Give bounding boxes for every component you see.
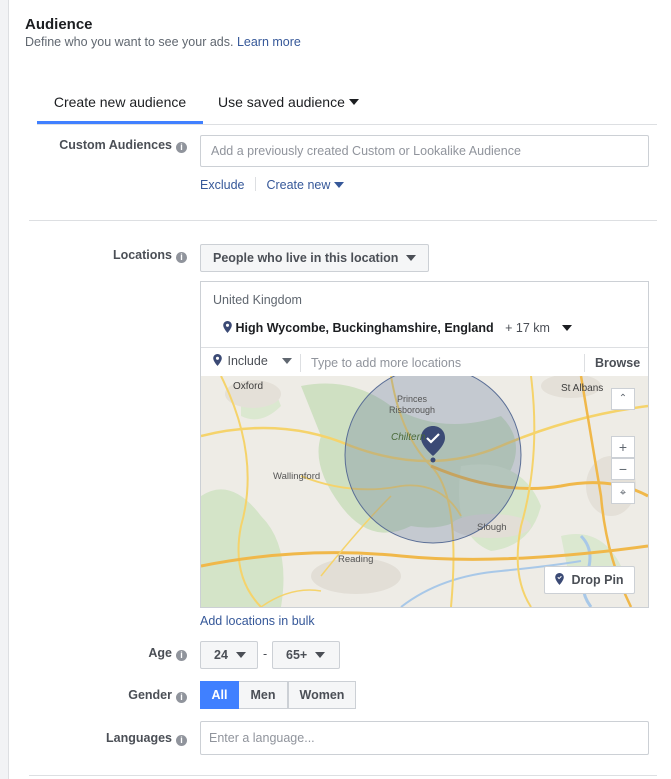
custom-audience-input[interactable]: Add a previously created Custom or Looka…: [200, 135, 649, 167]
caret-down-icon: [348, 99, 359, 106]
audience-panel: Audience Define who you want to see your…: [8, 0, 671, 779]
location-pin-icon: [223, 321, 232, 333]
info-icon[interactable]: i: [176, 735, 187, 746]
gender-label-text: Gender: [128, 688, 172, 702]
section-divider: [29, 775, 657, 776]
country-label: United Kingdom: [213, 293, 302, 307]
caret-down-icon: [315, 651, 326, 658]
tab-create-new-audience[interactable]: Create new audience: [37, 86, 203, 124]
location-mode-label: People who live in this location: [213, 251, 399, 265]
section-subtitle: Define who you want to see your ads. Lea…: [25, 35, 301, 49]
map-label-princes: Princes: [397, 394, 428, 404]
age-label: Age i: [148, 646, 187, 661]
caret-down-icon: [235, 651, 246, 658]
age-min-value: 24: [214, 648, 228, 662]
age-max-value: 65+: [286, 648, 308, 662]
map-label-princes-risborough: Princes Risborough: [389, 394, 435, 416]
browse-divider: [584, 354, 585, 372]
map-collapse-button[interactable]: ⌃: [611, 388, 635, 410]
include-label: Include: [227, 354, 268, 368]
location-pin-icon: [213, 354, 222, 366]
info-icon[interactable]: i: [176, 650, 187, 661]
age-max-dropdown[interactable]: 65+: [272, 641, 340, 669]
map-label-reading: Reading: [338, 554, 374, 565]
subtitle-text: Define who you want to see your ads.: [25, 35, 234, 49]
gender-women-button[interactable]: Women: [288, 681, 356, 709]
map-label-slough: Slough: [477, 522, 507, 533]
tab-use-saved-audience[interactable]: Use saved audience: [218, 86, 359, 124]
map-label-chiltern: Chiltern: [391, 432, 426, 443]
location-search-input[interactable]: Type to add more locations: [311, 356, 461, 370]
location-map[interactable]: Oxford St Albans Princes Risborough Chil…: [201, 376, 648, 607]
audience-tabs: Create new audience Use saved audience: [37, 86, 657, 124]
map-label-risborough: Risborough: [389, 405, 436, 415]
gender-label: Gender i: [128, 688, 187, 703]
caret-down-icon: [406, 254, 417, 261]
location-box: United Kingdom High Wycombe, Buckinghams…: [200, 281, 649, 608]
radius-value[interactable]: + 17 km: [505, 321, 550, 335]
link-divider: [254, 177, 256, 191]
zoom-out-button[interactable]: −: [611, 458, 635, 480]
locations-label-text: Locations: [112, 248, 172, 262]
languages-label: Languages i: [106, 731, 187, 746]
tabs-underline: [37, 124, 657, 125]
drop-pin-button[interactable]: Drop Pin: [544, 566, 635, 594]
age-label-text: Age: [148, 646, 172, 660]
location-pin-icon: [555, 573, 564, 585]
map-label-oxford: Oxford: [233, 381, 264, 392]
caret-down-icon: [334, 181, 345, 188]
locations-label: Locations i: [113, 248, 187, 263]
add-locations-in-bulk-link[interactable]: Add locations in bulk: [200, 614, 315, 628]
zoom-in-button[interactable]: +: [611, 436, 635, 458]
tab-create-label: Create new audience: [53, 94, 187, 110]
include-divider: [300, 354, 301, 372]
box-divider: [201, 347, 648, 348]
selected-location-name: High Wycombe, Buckinghamshire, England: [235, 321, 494, 335]
tab-saved-label: Use saved audience: [218, 94, 345, 110]
exclude-link[interactable]: Exclude: [200, 178, 244, 192]
include-dropdown[interactable]: Include: [213, 354, 292, 368]
create-new-label: Create new: [266, 178, 331, 192]
map-label-wallingford: Wallingford: [273, 471, 321, 482]
custom-audiences-label-text: Custom Audiences: [59, 138, 172, 152]
custom-audiences-label: Custom Audiences i: [59, 138, 187, 153]
age-min-dropdown[interactable]: 24: [200, 641, 258, 669]
caret-down-icon[interactable]: [561, 324, 572, 331]
language-input[interactable]: Enter a language...: [200, 721, 649, 755]
section-title: Audience: [25, 16, 93, 33]
drop-pin-label: Drop Pin: [571, 573, 624, 587]
age-separator: -: [263, 647, 268, 661]
caret-down-icon: [281, 357, 292, 364]
info-icon[interactable]: i: [176, 252, 187, 263]
info-icon[interactable]: i: [176, 692, 187, 703]
recenter-icon[interactable]: ⌖: [611, 482, 635, 504]
info-icon[interactable]: i: [176, 142, 187, 153]
location-mode-dropdown[interactable]: People who live in this location: [200, 244, 429, 272]
section-divider: [29, 220, 657, 221]
create-new-link[interactable]: Create new: [266, 178, 345, 192]
learn-more-link[interactable]: Learn more: [237, 35, 301, 49]
map-label-st-albans: St Albans: [561, 383, 604, 394]
languages-label-text: Languages: [106, 731, 172, 745]
custom-audience-actions: Exclude Create new: [200, 177, 345, 192]
selected-location[interactable]: High Wycombe, Buckinghamshire, England +…: [223, 321, 572, 335]
gender-all-button[interactable]: All: [200, 681, 239, 709]
browse-button[interactable]: Browse: [595, 356, 640, 370]
gender-men-button[interactable]: Men: [239, 681, 288, 709]
